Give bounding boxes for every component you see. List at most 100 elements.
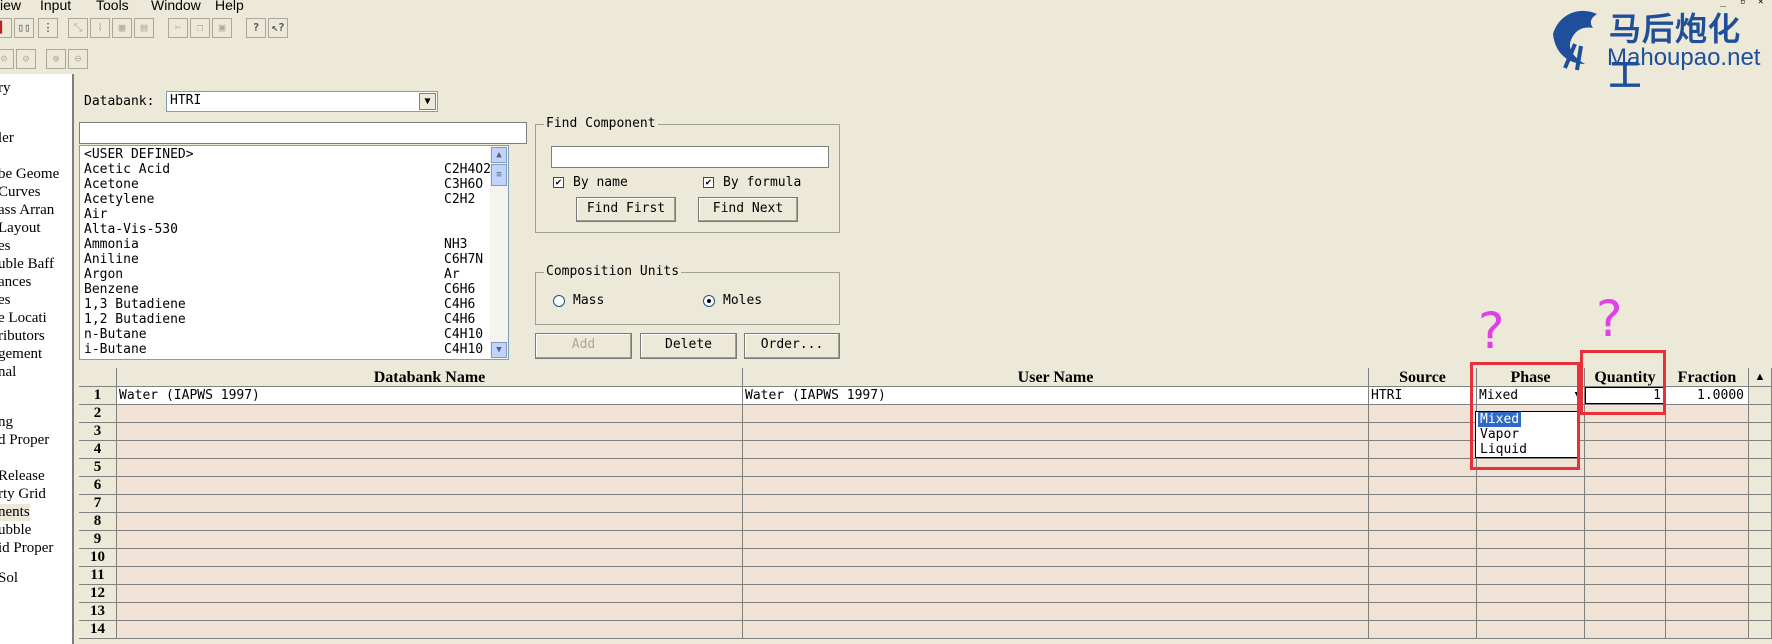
table-cell-user[interactable]	[743, 495, 1369, 513]
table-cell-databank[interactable]	[117, 549, 743, 567]
menu-view[interactable]: iew	[0, 0, 21, 13]
table-row[interactable]: 8	[79, 513, 1772, 531]
table-cell-source[interactable]	[1369, 405, 1477, 423]
component-list[interactable]: ▲ ≡ ▼ <USER DEFINED> Acetic Acid C2H4O2 Ace…	[79, 145, 509, 360]
table-cell-phase[interactable]	[1477, 549, 1585, 567]
scroll-thumb[interactable]: ≡	[491, 164, 507, 186]
tree-item[interactable]: d Proper	[0, 432, 49, 449]
table-cell-source[interactable]	[1369, 495, 1477, 513]
table-cell-fraction[interactable]	[1666, 423, 1749, 441]
grid-scrollbar-track[interactable]	[1749, 549, 1772, 567]
table-cell-quantity[interactable]	[1585, 423, 1666, 441]
column-header[interactable]: User Name	[743, 368, 1369, 387]
table-cell-quantity[interactable]	[1585, 441, 1666, 459]
table-cell-fraction[interactable]	[1666, 621, 1749, 639]
cut-icon[interactable]: ✂	[168, 18, 188, 38]
scroll-up-icon[interactable]: ▲	[491, 147, 507, 163]
table-cell-databank[interactable]	[117, 495, 743, 513]
component-filter-input[interactable]	[79, 122, 527, 144]
menu-tools[interactable]: Tools	[96, 0, 129, 13]
tree-item[interactable]: ubble	[0, 522, 31, 539]
table-cell-quantity[interactable]	[1585, 459, 1666, 477]
grid-scrollbar-track[interactable]	[1749, 567, 1772, 585]
table-cell-databank[interactable]	[117, 477, 743, 495]
table-row[interactable]: 14	[79, 621, 1772, 639]
table-cell-fraction[interactable]	[1666, 585, 1749, 603]
table-cell-user[interactable]	[743, 423, 1369, 441]
table-cell-quantity[interactable]	[1585, 621, 1666, 639]
grid-scrollbar-track[interactable]	[1749, 603, 1772, 621]
grid-scrollbar-track[interactable]	[1749, 585, 1772, 603]
grid-scrollbar-track[interactable]	[1749, 513, 1772, 531]
table-cell-user[interactable]	[743, 513, 1369, 531]
menu-input[interactable]: Input	[40, 0, 71, 13]
table-cell-user[interactable]	[743, 567, 1369, 585]
table-cell-user[interactable]	[743, 549, 1369, 567]
table-cell-fraction[interactable]	[1666, 459, 1749, 477]
table-cell-fraction[interactable]	[1666, 603, 1749, 621]
grid-scrollbar-track[interactable]	[1749, 495, 1772, 513]
order-button[interactable]: Order...	[744, 333, 840, 359]
tree-item[interactable]: rty Grid	[0, 486, 46, 503]
table-cell-source[interactable]	[1369, 549, 1477, 567]
tree-item[interactable]: es	[0, 238, 11, 255]
tree-item[interactable]: Layout	[0, 220, 41, 237]
table-cell-phase[interactable]	[1477, 603, 1585, 621]
table-cell-source[interactable]: HTRI	[1369, 387, 1477, 405]
table-cell-quantity[interactable]	[1585, 477, 1666, 495]
table-cell-quantity[interactable]	[1585, 567, 1666, 585]
table-cell-databank[interactable]	[117, 585, 743, 603]
table-cell-fraction[interactable]	[1666, 567, 1749, 585]
tree-item[interactable]: nents	[0, 504, 30, 521]
table-cell-fraction[interactable]	[1666, 549, 1749, 567]
tree-item[interactable]: es	[0, 292, 11, 309]
grid-scrollbar-track[interactable]	[1749, 405, 1772, 423]
moles-radio[interactable]	[703, 295, 715, 307]
table-cell-fraction[interactable]	[1666, 513, 1749, 531]
table-cell-user[interactable]	[743, 477, 1369, 495]
tree-item[interactable]: id Proper	[0, 540, 53, 557]
table-cell-quantity[interactable]	[1585, 513, 1666, 531]
table-cell-phase[interactable]	[1477, 585, 1585, 603]
table-cell-source[interactable]	[1369, 441, 1477, 459]
table-cell-user[interactable]	[743, 459, 1369, 477]
table-cell-quantity[interactable]	[1585, 531, 1666, 549]
delete-button[interactable]: Delete	[640, 333, 737, 359]
table-cell-fraction[interactable]	[1666, 441, 1749, 459]
column-header[interactable]: Fraction	[1666, 368, 1749, 387]
table-cell-source[interactable]	[1369, 423, 1477, 441]
tree-item[interactable]: ass Arran	[0, 202, 54, 219]
scroll-down-icon[interactable]: ▼	[491, 342, 507, 358]
table-cell-source[interactable]	[1369, 513, 1477, 531]
table-row[interactable]: 7	[79, 495, 1772, 513]
tree-item[interactable]: nal	[0, 364, 16, 381]
table-row[interactable]: 9	[79, 531, 1772, 549]
tree-item[interactable]: gement	[0, 346, 42, 363]
table-cell-databank[interactable]	[117, 621, 743, 639]
tree-item[interactable]: e Locati	[0, 310, 47, 327]
table-cell-databank[interactable]	[117, 459, 743, 477]
table-cell-databank[interactable]	[117, 567, 743, 585]
find-first-button[interactable]: Find First	[576, 197, 676, 222]
tree-item[interactable]: ances	[0, 274, 31, 291]
grid-scrollbar-track[interactable]	[1749, 387, 1772, 405]
chart-icon[interactable]: ⤡	[68, 18, 88, 38]
table-row[interactable]: 11	[79, 567, 1772, 585]
tree-item[interactable]: Sol	[0, 570, 18, 587]
table-cell-quantity[interactable]	[1585, 585, 1666, 603]
table-cell-user[interactable]	[743, 405, 1369, 423]
table-cell-source[interactable]	[1369, 459, 1477, 477]
table-cell-databank[interactable]	[117, 441, 743, 459]
tree-item[interactable]: uble Baff	[0, 256, 54, 273]
table-cell-phase[interactable]	[1477, 495, 1585, 513]
column-header[interactable]: Source	[1369, 368, 1477, 387]
tree-item[interactable]: be Geome	[0, 166, 59, 183]
table-cell-quantity[interactable]	[1585, 549, 1666, 567]
paste-icon[interactable]: ▣	[212, 18, 232, 38]
databank-select[interactable]: HTRI ▼	[166, 91, 438, 112]
table-row[interactable]: 12	[79, 585, 1772, 603]
table-cell-databank[interactable]: Water (IAPWS 1997)	[117, 387, 743, 405]
grid-scroll-up-icon[interactable]: ▲	[1749, 368, 1772, 387]
by-formula-checkbox[interactable]: ✔	[703, 177, 714, 188]
table-cell-user[interactable]	[743, 603, 1369, 621]
